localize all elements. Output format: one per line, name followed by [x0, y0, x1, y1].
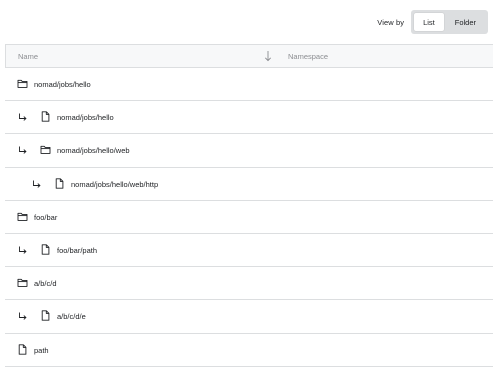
file-icon — [40, 244, 51, 255]
folder-icon — [17, 277, 28, 288]
table-row[interactable]: nomad/jobs/hello — [5, 101, 493, 135]
folder-view-button[interactable]: Folder — [446, 13, 485, 31]
file-icon — [40, 310, 51, 321]
view-toggle: List Folder — [411, 10, 488, 34]
file-icon — [40, 111, 51, 122]
row-path-label[interactable]: nomad/jobs/hello — [57, 113, 114, 122]
table-header: Name Namespace — [5, 44, 493, 68]
nested-arrow-icon — [18, 312, 27, 321]
nested-arrow-icon — [18, 246, 27, 255]
arrow-down-icon[interactable] — [264, 50, 272, 62]
table-row[interactable]: foo/bar — [5, 201, 493, 234]
table-row[interactable]: nomad/jobs/hello/web — [5, 134, 493, 168]
column-header-name[interactable]: Name — [18, 52, 38, 61]
view-toolbar: View by List Folder — [377, 10, 488, 34]
table-row[interactable]: foo/bar/path — [5, 234, 493, 268]
nested-arrow-icon — [18, 146, 27, 155]
table-row[interactable]: nomad/jobs/hello/web/http — [5, 168, 493, 201]
folder-icon — [40, 144, 51, 155]
column-header-namespace[interactable]: Namespace — [288, 52, 328, 61]
view-by-label: View by — [377, 17, 405, 27]
table-row[interactable]: path — [5, 334, 493, 367]
row-path-label[interactable]: nomad/jobs/hello/web/http — [71, 180, 158, 189]
row-path-label[interactable]: a/b/c/d — [34, 279, 57, 288]
table-row[interactable]: a/b/c/d — [5, 267, 493, 301]
list-view-button[interactable]: List — [414, 13, 444, 31]
nested-arrow-icon — [32, 180, 41, 189]
table-row[interactable]: a/b/c/d/e — [5, 300, 493, 334]
row-path-label[interactable]: nomad/jobs/hello — [34, 80, 91, 89]
file-icon — [17, 343, 28, 355]
table-body: nomad/jobs/hello nomad/jobs/hello nomad/jo… — [5, 68, 493, 367]
row-path-label[interactable]: nomad/jobs/hello/web — [57, 146, 130, 155]
row-path-label[interactable]: foo/bar/path — [57, 246, 97, 255]
nested-arrow-icon — [18, 113, 27, 122]
file-icon — [54, 177, 65, 189]
row-path-label[interactable]: a/b/c/d/e — [57, 312, 86, 321]
variables-table: Name Namespace nomad/jobs/hello nomad/job… — [5, 44, 493, 367]
table-row[interactable]: nomad/jobs/hello — [5, 68, 493, 102]
row-path-label[interactable]: foo/bar — [34, 213, 57, 222]
folder-icon — [17, 211, 28, 222]
row-path-label[interactable]: path — [34, 346, 49, 355]
folder-icon — [17, 78, 28, 89]
